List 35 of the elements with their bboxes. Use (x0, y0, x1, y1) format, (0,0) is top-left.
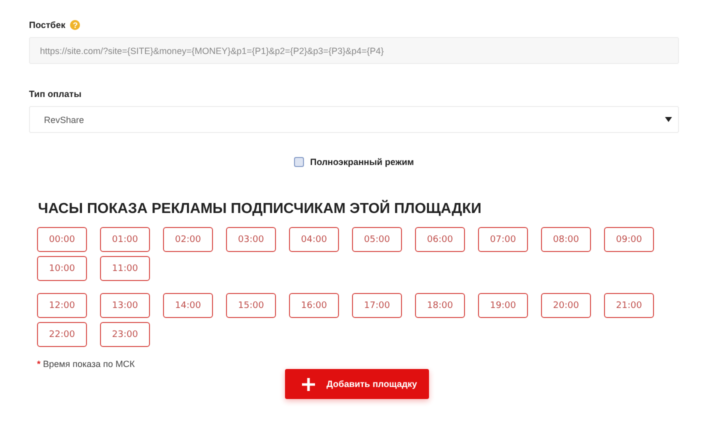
checkbox-label: Полноэкранный режим (310, 157, 414, 167)
hour-button[interactable]: 02:00 (163, 227, 213, 252)
field-label: Тип оплаты (29, 89, 82, 99)
hour-button[interactable]: 23:00 (100, 322, 150, 347)
hour-button[interactable]: 16:00 (289, 293, 339, 318)
hour-button[interactable]: 19:00 (478, 293, 528, 318)
hour-button[interactable]: 14:00 (163, 293, 213, 318)
hour-button[interactable]: 15:00 (226, 293, 276, 318)
postback-field[interactable]: https://site.com/?site={SITE}&money={MONEY}&p1={P1}&p2={P2}&p3={P3}&p4={P4} (29, 37, 679, 64)
fullscreen-checkbox[interactable] (294, 157, 304, 167)
payment-type-select[interactable]: RevShare (29, 106, 679, 133)
caret-icon (665, 117, 672, 122)
hour-button[interactable]: 13:00 (100, 293, 150, 318)
hour-button[interactable]: 11:00 (100, 256, 150, 281)
hour-button[interactable]: 00:00 (37, 227, 87, 252)
hour-button[interactable]: 22:00 (37, 322, 87, 347)
hour-button[interactable]: 03:00 (226, 227, 276, 252)
hour-button[interactable]: 21:00 (604, 293, 654, 318)
hour-button[interactable]: 04:00 (289, 227, 339, 252)
add-site-button[interactable]: Добавить площадку (284, 369, 428, 399)
hour-button[interactable]: 06:00 (415, 227, 465, 252)
hour-button[interactable]: 17:00 (352, 293, 402, 318)
hour-button[interactable]: 20:00 (541, 293, 591, 318)
hour-button[interactable]: 12:00 (37, 293, 87, 318)
hour-button[interactable]: 09:00 (604, 227, 654, 252)
hour-button[interactable]: 01:00 (100, 227, 150, 252)
hour-button[interactable]: 07:00 (478, 227, 528, 252)
section-title: ЧАСЫ ПОКАЗА РЕКЛАМЫ ПОДПИСЧИКАМ ЭТОЙ ПЛОЩАДКИ (38, 201, 482, 217)
plus-icon (302, 378, 314, 390)
hour-button[interactable]: 10:00 (37, 256, 87, 281)
hour-button[interactable]: 18:00 (415, 293, 465, 318)
footnote: * Время показа по МСК (37, 359, 135, 369)
hour-button[interactable]: 08:00 (541, 227, 591, 252)
field-label: Постбек (29, 20, 66, 30)
hour-button[interactable]: 05:00 (352, 227, 402, 252)
